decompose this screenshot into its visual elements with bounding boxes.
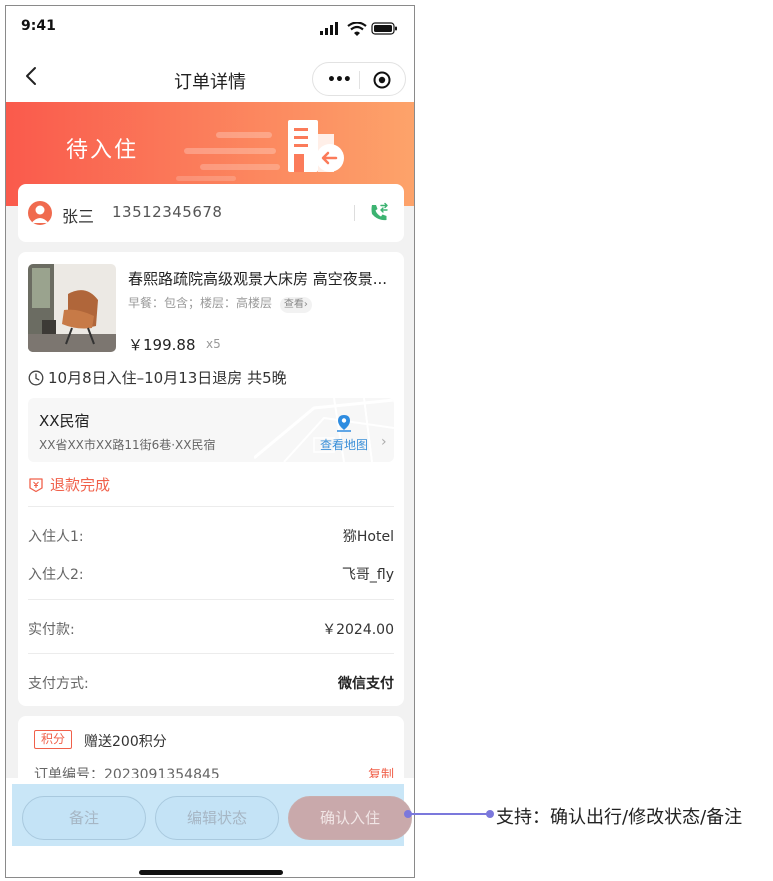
confirm-checkin-button[interactable]: 确认入住 xyxy=(288,796,412,840)
home-indicator xyxy=(139,870,283,875)
divider xyxy=(28,599,394,600)
mini-program-capsule: ••• xyxy=(312,62,406,96)
clock-icon xyxy=(28,370,44,386)
annotation-connector-line xyxy=(411,813,491,815)
guest-1-label: 入住人1: xyxy=(28,529,84,545)
room-title[interactable]: 春熙路疏院高级观景大床房 高空夜景... xyxy=(128,268,396,289)
divider xyxy=(28,506,394,507)
status-time: 9:41 xyxy=(21,18,56,34)
room-photo[interactable] xyxy=(28,264,116,352)
action-highlight-area: 备注 编辑状态 确认入住 xyxy=(12,784,412,846)
refund-icon xyxy=(29,478,43,493)
remark-button[interactable]: 备注 xyxy=(22,796,146,840)
chevron-right-icon: › xyxy=(381,434,387,450)
signal-icon xyxy=(320,22,338,35)
status-bar: 9:41 xyxy=(6,6,414,50)
status-icons xyxy=(320,22,397,36)
guest-2-value: 飞哥_fly xyxy=(341,567,394,583)
contact-card: 张三 13512345678 xyxy=(18,184,404,242)
contact-phone: 13512345678 xyxy=(112,203,223,221)
hotel-address: XX省XX市XX路11街6巷·XX民宿 xyxy=(39,438,216,452)
phone-frame: 9:41 订单详情 ••• 待入住 张三 13512345678 春熙路疏院高级… xyxy=(5,5,415,878)
room-meta-view-link[interactable]: 查看› xyxy=(279,297,312,313)
guest-2-label: 入住人2: xyxy=(28,567,84,583)
stage: 9:41 订单详情 ••• 待入住 张三 13512345678 春熙路疏院高级… xyxy=(0,0,773,881)
map-pin-icon[interactable] xyxy=(335,414,353,432)
room-price: ￥199.88 xyxy=(128,336,196,354)
hotel-location-box[interactable]: XX民宿 XX省XX市XX路11街6巷·XX民宿 查看地图 › xyxy=(28,398,394,462)
bottom-action-bar: 备注 编辑状态 确认入住 xyxy=(6,778,414,877)
room-quantity: x5 xyxy=(206,337,221,351)
close-target-icon[interactable] xyxy=(373,71,391,89)
points-badge: 积分 xyxy=(34,730,73,749)
room-meta-text: 早餐：包含；楼层：高楼层 xyxy=(128,296,273,310)
battery-icon xyxy=(371,22,397,35)
hotel-name: XX民宿 xyxy=(39,412,90,430)
order-detail-card: 春熙路疏院高级观景大床房 高空夜景... 早餐：包含；楼层：高楼层 查看› ￥1… xyxy=(18,252,404,706)
refund-status-text: 退款完成 xyxy=(50,476,111,494)
nav-bar: 订单详情 ••• xyxy=(6,50,414,102)
payment-method-label: 支付方式: xyxy=(28,676,89,692)
guest-1-value: 猕Hotel xyxy=(342,529,394,545)
edit-status-button[interactable]: 编辑状态 xyxy=(155,796,279,840)
order-status-title: 待入住 xyxy=(66,138,139,163)
paid-amount-value: ￥2024.00 xyxy=(322,622,394,638)
payment-method-value: 微信支付 xyxy=(338,676,394,692)
user-avatar-icon xyxy=(28,201,52,225)
room-meta: 早餐：包含；楼层：高楼层 查看› xyxy=(128,294,312,313)
wifi-icon xyxy=(347,22,367,36)
annotation-text: 支持：确认出行/修改状态/备注 xyxy=(496,807,743,828)
points-text: 赠送200积分 xyxy=(84,734,167,750)
call-phone-icon[interactable] xyxy=(368,202,390,224)
capsule-divider xyxy=(359,71,360,89)
more-icon[interactable]: ••• xyxy=(327,72,352,88)
contact-name: 张三 xyxy=(62,207,95,226)
stay-dates: 10月8日入住–10月13日退房 共5晚 xyxy=(28,367,287,387)
annotation-dot-end xyxy=(486,810,494,818)
stay-dates-text: 10月8日入住–10月13日退房 共5晚 xyxy=(48,369,287,387)
divider xyxy=(28,653,394,654)
contact-divider xyxy=(354,205,355,221)
view-map-link[interactable]: 查看地图 xyxy=(320,436,368,453)
paid-amount-label: 实付款: xyxy=(28,622,75,638)
refund-status: 退款完成 xyxy=(28,474,110,495)
